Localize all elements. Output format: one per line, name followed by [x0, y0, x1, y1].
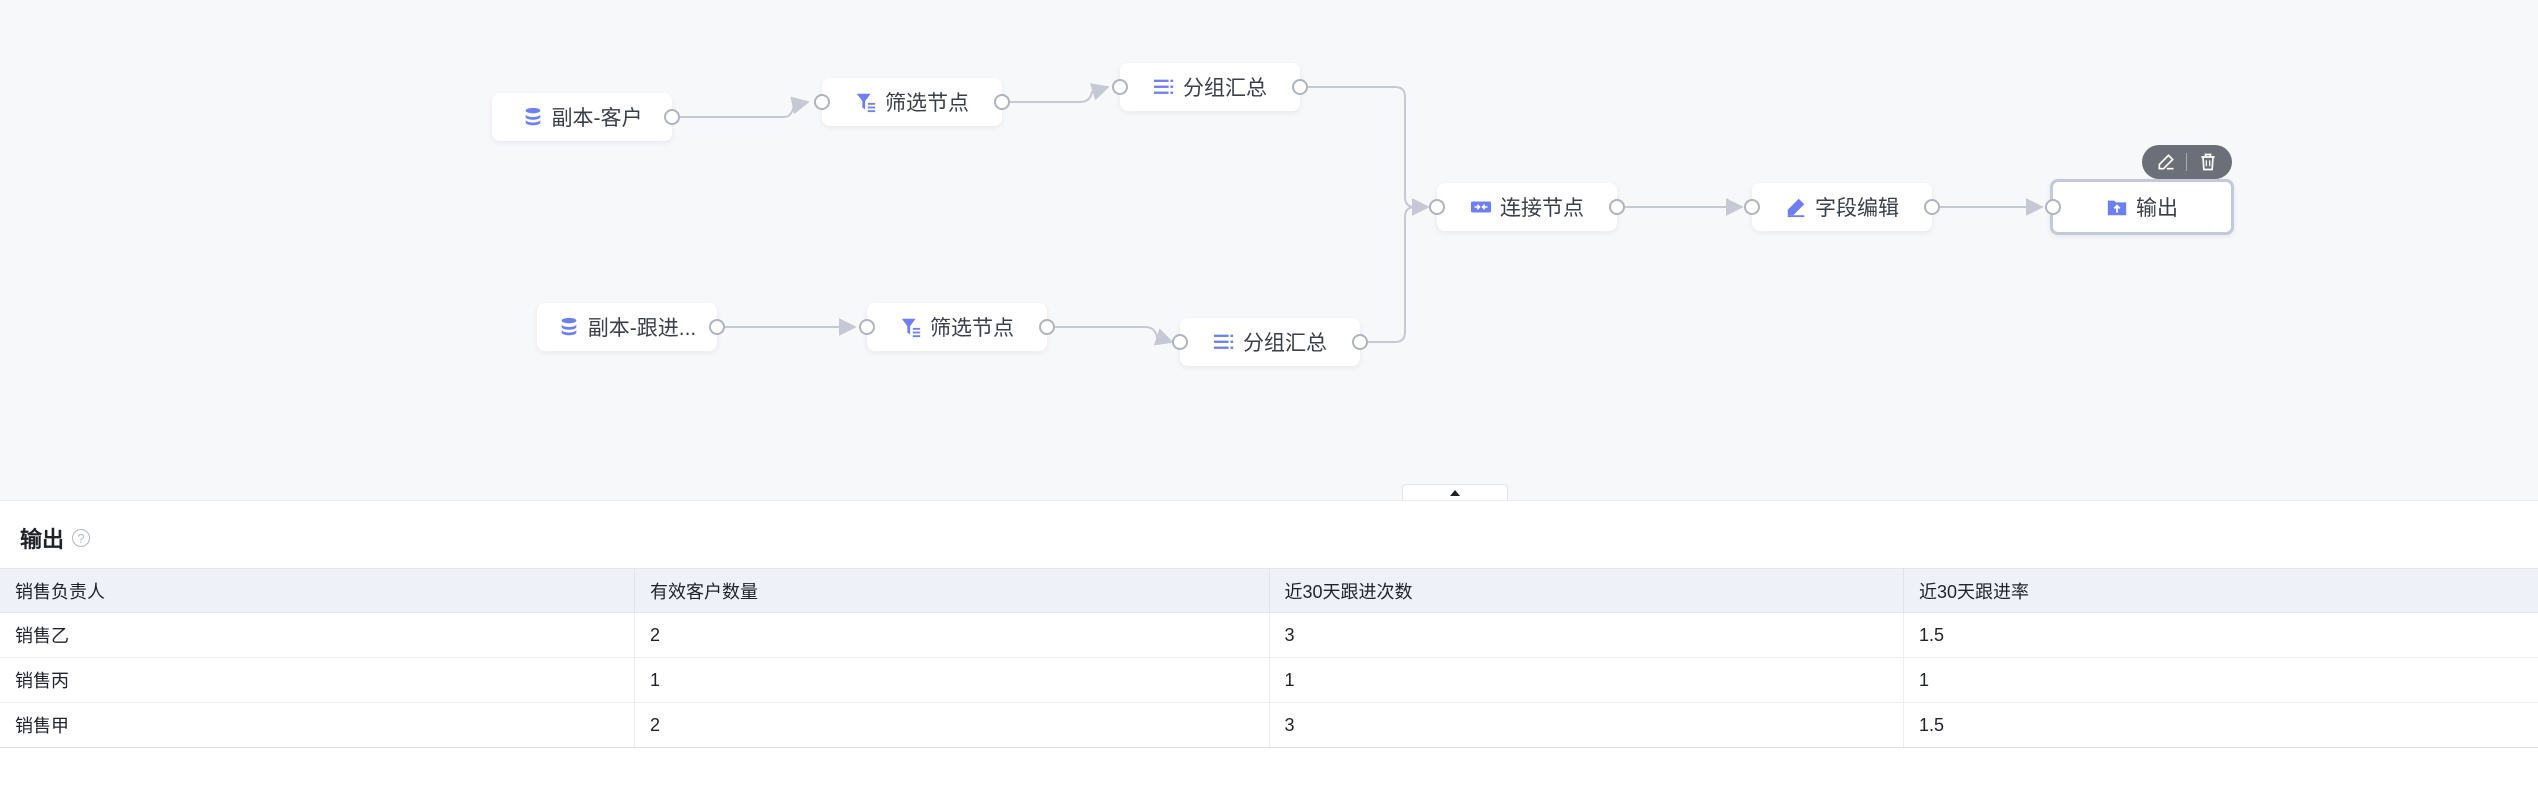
- panel-title: 输出: [20, 522, 64, 554]
- table-cell: 2: [635, 613, 1270, 658]
- output-port[interactable]: [994, 94, 1010, 110]
- column-header[interactable]: 有效客户数量: [635, 569, 1270, 613]
- input-port[interactable]: [1112, 79, 1128, 95]
- result-table: 销售负责人 有效客户数量 近30天跟进次数 近30天跟进率 销售乙 2 3 1.…: [0, 568, 2538, 748]
- table-cell: 1: [635, 658, 1270, 703]
- group-icon: [1153, 76, 1175, 98]
- node-field-edit[interactable]: 字段编辑: [1752, 183, 1932, 231]
- group-icon: [1213, 331, 1235, 353]
- filter-icon: [855, 91, 877, 113]
- edge-group-1-join: [1300, 87, 1428, 207]
- edge-filter-1-group-1: [1002, 87, 1108, 102]
- output-port[interactable]: [1292, 79, 1308, 95]
- input-port[interactable]: [859, 319, 875, 335]
- table-cell: 1: [1269, 658, 1904, 703]
- pencil-icon: [1785, 196, 1807, 218]
- output-port[interactable]: [1609, 199, 1625, 215]
- node-toolbar: [2142, 145, 2232, 179]
- node-label: 筛选节点: [885, 87, 969, 117]
- node-source-followup[interactable]: 副本-跟进...: [537, 303, 717, 351]
- input-port[interactable]: [2045, 199, 2061, 215]
- table-cell: 1.5: [1904, 613, 2538, 658]
- node-label: 字段编辑: [1815, 192, 1899, 222]
- node-label: 输出: [2136, 192, 2178, 222]
- caret-up-icon: [1449, 489, 1461, 497]
- edit-node-button[interactable]: [2155, 151, 2177, 173]
- output-port[interactable]: [1352, 334, 1368, 350]
- panel-header: 输出 ?: [20, 521, 90, 555]
- node-label: 副本-跟进...: [588, 312, 697, 342]
- join-icon: [1470, 196, 1492, 218]
- collapse-panel-toggle[interactable]: [1402, 484, 1508, 500]
- table-cell: 1: [1904, 658, 2538, 703]
- delete-node-button[interactable]: [2197, 151, 2219, 173]
- table-row: 销售乙 2 3 1.5: [0, 613, 2538, 658]
- table-cell: 销售丙: [0, 658, 635, 703]
- edge-source-customer-filter-1: [672, 102, 808, 117]
- output-port[interactable]: [664, 109, 680, 125]
- column-header[interactable]: 近30天跟进次数: [1269, 569, 1904, 613]
- folder-upload-icon: [2106, 196, 2128, 218]
- table-cell: 3: [1269, 613, 1904, 658]
- table-cell: 销售甲: [0, 703, 635, 748]
- node-label: 副本-客户: [552, 102, 643, 132]
- pencil-icon: [2156, 152, 2176, 172]
- input-port[interactable]: [1429, 199, 1445, 215]
- database-icon: [522, 106, 544, 128]
- output-preview-panel: 输出 ? 销售负责人 有效客户数量 近30天跟进次数 近30天跟进率 销售乙 2…: [0, 500, 2538, 802]
- node-group-2[interactable]: 分组汇总: [1180, 318, 1360, 366]
- table-cell: 3: [1269, 703, 1904, 748]
- node-filter-1[interactable]: 筛选节点: [822, 78, 1002, 126]
- node-filter-2[interactable]: 筛选节点: [867, 303, 1047, 351]
- output-port[interactable]: [1924, 199, 1940, 215]
- flow-canvas[interactable]: 副本-客户 筛选节点 分组汇总 副本-跟进... 筛选节点 分组汇总: [0, 0, 2538, 500]
- node-label: 筛选节点: [930, 312, 1014, 342]
- node-label: 分组汇总: [1183, 72, 1267, 102]
- node-label: 连接节点: [1500, 192, 1584, 222]
- table-cell: 2: [635, 703, 1270, 748]
- edge-filter-2-group-2: [1047, 327, 1172, 342]
- filter-icon: [900, 316, 922, 338]
- table-header-row: 销售负责人 有效客户数量 近30天跟进次数 近30天跟进率: [0, 569, 2538, 613]
- table-row: 销售甲 2 3 1.5: [0, 703, 2538, 748]
- output-port[interactable]: [1039, 319, 1055, 335]
- node-label: 分组汇总: [1243, 327, 1327, 357]
- table-cell: 1.5: [1904, 703, 2538, 748]
- input-port[interactable]: [814, 94, 830, 110]
- column-header[interactable]: 销售负责人: [0, 569, 635, 613]
- node-group-1[interactable]: 分组汇总: [1120, 63, 1300, 111]
- input-port[interactable]: [1172, 334, 1188, 350]
- node-source-customer[interactable]: 副本-客户: [492, 93, 672, 141]
- edge-group-2-join: [1360, 207, 1415, 342]
- table-cell: 销售乙: [0, 613, 635, 658]
- output-port[interactable]: [709, 319, 725, 335]
- database-icon: [558, 316, 580, 338]
- help-icon[interactable]: ?: [72, 529, 90, 547]
- table-row: 销售丙 1 1 1: [0, 658, 2538, 703]
- trash-icon: [2198, 152, 2218, 172]
- column-header[interactable]: 近30天跟进率: [1904, 569, 2538, 613]
- node-output[interactable]: 输出: [2050, 179, 2234, 235]
- toolbar-divider: [2186, 153, 2187, 171]
- node-join[interactable]: 连接节点: [1437, 183, 1617, 231]
- input-port[interactable]: [1744, 199, 1760, 215]
